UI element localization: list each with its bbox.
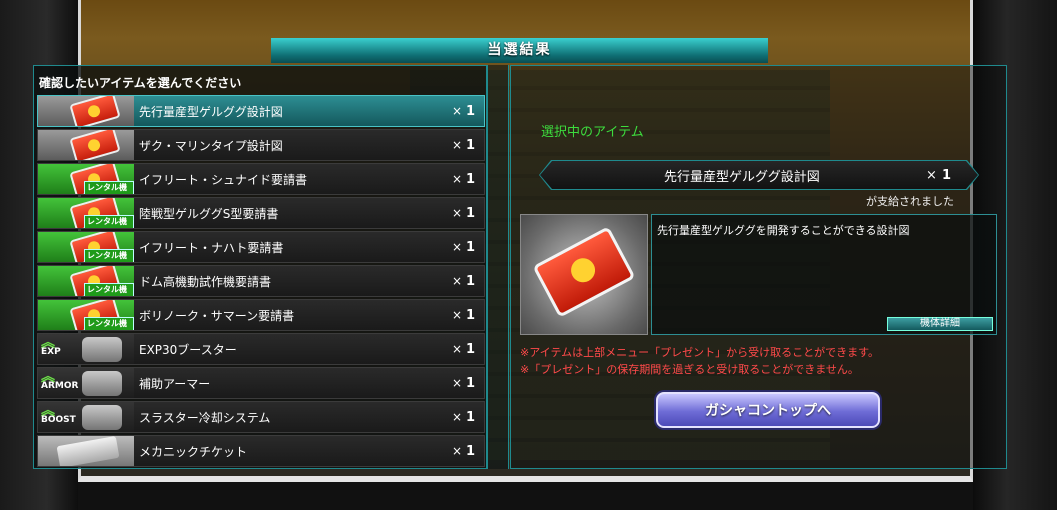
item-row-quantity: 1: [466, 443, 476, 459]
item-row[interactable]: レンタル機体陸戦型ゲルググS型要請書 × 1: [37, 197, 485, 229]
item-row[interactable]: レンタル機体ドム高機動試作機要請書 × 1: [37, 265, 485, 297]
ticket-thumb: [38, 436, 134, 466]
item-row[interactable]: 先行量産型ゲルググ設計図 × 1: [37, 95, 485, 127]
item-row-multiplier: ×: [451, 308, 462, 322]
item-row-multiplier: ×: [451, 444, 462, 458]
rental-thumb: レンタル機体: [38, 300, 134, 330]
rental-thumb: レンタル機体: [38, 164, 134, 194]
item-row-multiplier: ×: [451, 410, 462, 424]
booster-thumb: ︽ BOOST: [38, 402, 134, 432]
item-row-name: ドム高機動試作機要請書: [139, 274, 272, 289]
item-image: [520, 214, 648, 335]
item-row-name: スラスター冷却システム: [139, 410, 271, 425]
item-row-name: ボリノーク・サマーン要請書: [139, 308, 295, 323]
item-row-name: イフリート・シュナイド要請書: [139, 172, 308, 187]
gacha-top-button[interactable]: ガシャコントップへ: [656, 392, 880, 428]
item-row[interactable]: レンタル機体イフリート・ナハト要請書 × 1: [37, 231, 485, 263]
booster-thumb: ︽ ARMOR: [38, 368, 134, 398]
item-row-quantity: 1: [466, 103, 476, 119]
item-row[interactable]: レンタル機体ボリノーク・サマーン要請書 × 1: [37, 299, 485, 331]
selected-item-multiplier: ×: [926, 167, 937, 183]
item-row-name: メカニックチケット: [139, 444, 248, 459]
item-row-name: 陸戦型ゲルググS型要請書: [139, 206, 279, 221]
rental-tag: レンタル機体: [84, 249, 134, 262]
blueprint-card-icon: [532, 226, 636, 318]
rental-thumb: レンタル機体: [38, 232, 134, 262]
item-row-quantity: 1: [466, 171, 476, 187]
item-row-quantity: 1: [466, 239, 476, 255]
item-row[interactable]: レンタル機体イフリート・シュナイド要請書 × 1: [37, 163, 485, 195]
rental-tag: レンタル機体: [84, 283, 134, 296]
booster-badge-icon: ︽ EXP: [41, 336, 61, 357]
item-row[interactable]: ︽ EXP EXP30ブースター × 1: [37, 333, 485, 365]
notice-present: ※アイテムは上部メニュー「プレゼント」から受け取ることができます。: [520, 346, 880, 359]
item-row[interactable]: ザク・マリンタイプ設計図 × 1: [37, 129, 485, 161]
item-row-name: EXP30ブースター: [139, 342, 237, 357]
booster-picture-icon: [82, 371, 122, 396]
rental-thumb: レンタル機体: [38, 198, 134, 228]
item-row-quantity: 1: [466, 341, 476, 357]
item-description: 先行量産型ゲルググを開発することができる設計図: [657, 224, 910, 237]
item-banner: 先行量産型ゲルググ設計図 × 1: [540, 161, 978, 189]
item-row-name: イフリート・ナハト要請書: [139, 240, 284, 255]
rental-tag: レンタル機体: [84, 317, 134, 330]
item-row-quantity: 1: [466, 409, 476, 425]
item-row[interactable]: メカニックチケット × 1: [37, 435, 485, 467]
item-row-quantity: 1: [466, 307, 476, 323]
item-row-name: 補助アーマー: [139, 376, 211, 391]
item-row-multiplier: ×: [451, 104, 462, 118]
item-row-quantity: 1: [466, 205, 476, 221]
supplied-text: が支給されました: [866, 195, 954, 208]
item-description-box: 先行量産型ゲルググを開発することができる設計図 機体詳細: [651, 214, 997, 335]
selected-item-name: 先行量産型ゲルググ設計図: [664, 169, 820, 185]
item-row-multiplier: ×: [451, 240, 462, 254]
blueprint-card-icon: [69, 96, 121, 126]
rental-tag: レンタル機体: [84, 181, 134, 194]
ticket-icon: [56, 436, 120, 466]
item-row-multiplier: ×: [451, 138, 462, 152]
booster-picture-icon: [82, 405, 122, 430]
blueprint-thumb: [38, 96, 134, 126]
item-row[interactable]: ︽ BOOST スラスター冷却システム × 1: [37, 401, 485, 433]
item-row-multiplier: ×: [451, 274, 462, 288]
page-title: 当選結果: [271, 38, 768, 63]
item-row-multiplier: ×: [451, 376, 462, 390]
notice-expiry: ※「プレゼント」の保存期間を過ぎると受け取ることができません。: [520, 363, 859, 376]
booster-badge-icon: ︽ BOOST: [41, 404, 76, 425]
item-row-quantity: 1: [466, 137, 476, 153]
item-row-name: 先行量産型ゲルググ設計図: [139, 104, 283, 119]
item-row-multiplier: ×: [451, 206, 462, 220]
booster-picture-icon: [82, 337, 122, 362]
item-row-multiplier: ×: [451, 172, 462, 186]
item-row-name: ザク・マリンタイプ設計図: [139, 138, 283, 153]
rental-tag: レンタル機体: [84, 215, 134, 228]
blueprint-thumb: [38, 130, 134, 160]
panel-divider: [487, 65, 509, 469]
blueprint-card-icon: [69, 130, 121, 160]
unit-detail-button[interactable]: 機体詳細: [887, 317, 993, 331]
item-row-multiplier: ×: [451, 342, 462, 356]
booster-thumb: ︽ EXP: [38, 334, 134, 364]
booster-badge-label: EXP: [41, 347, 61, 357]
item-list: 先行量産型ゲルググ設計図×1ザク・マリンタイプ設計図×1レンタル機体イフリート・…: [37, 95, 485, 469]
rental-thumb: レンタル機体: [38, 266, 134, 296]
item-list-header: 確認したいアイテムを選んでください: [39, 76, 242, 90]
item-row-quantity: 1: [466, 375, 476, 391]
booster-badge-label: ARMOR: [41, 381, 79, 391]
item-row-quantity: 1: [466, 273, 476, 289]
item-row[interactable]: ︽ ARMOR 補助アーマー × 1: [37, 367, 485, 399]
selected-item-quantity: 1: [942, 167, 952, 183]
booster-badge-label: BOOST: [41, 415, 76, 425]
booster-badge-icon: ︽ ARMOR: [41, 370, 79, 391]
selected-item-label: 選択中のアイテム: [541, 125, 644, 140]
